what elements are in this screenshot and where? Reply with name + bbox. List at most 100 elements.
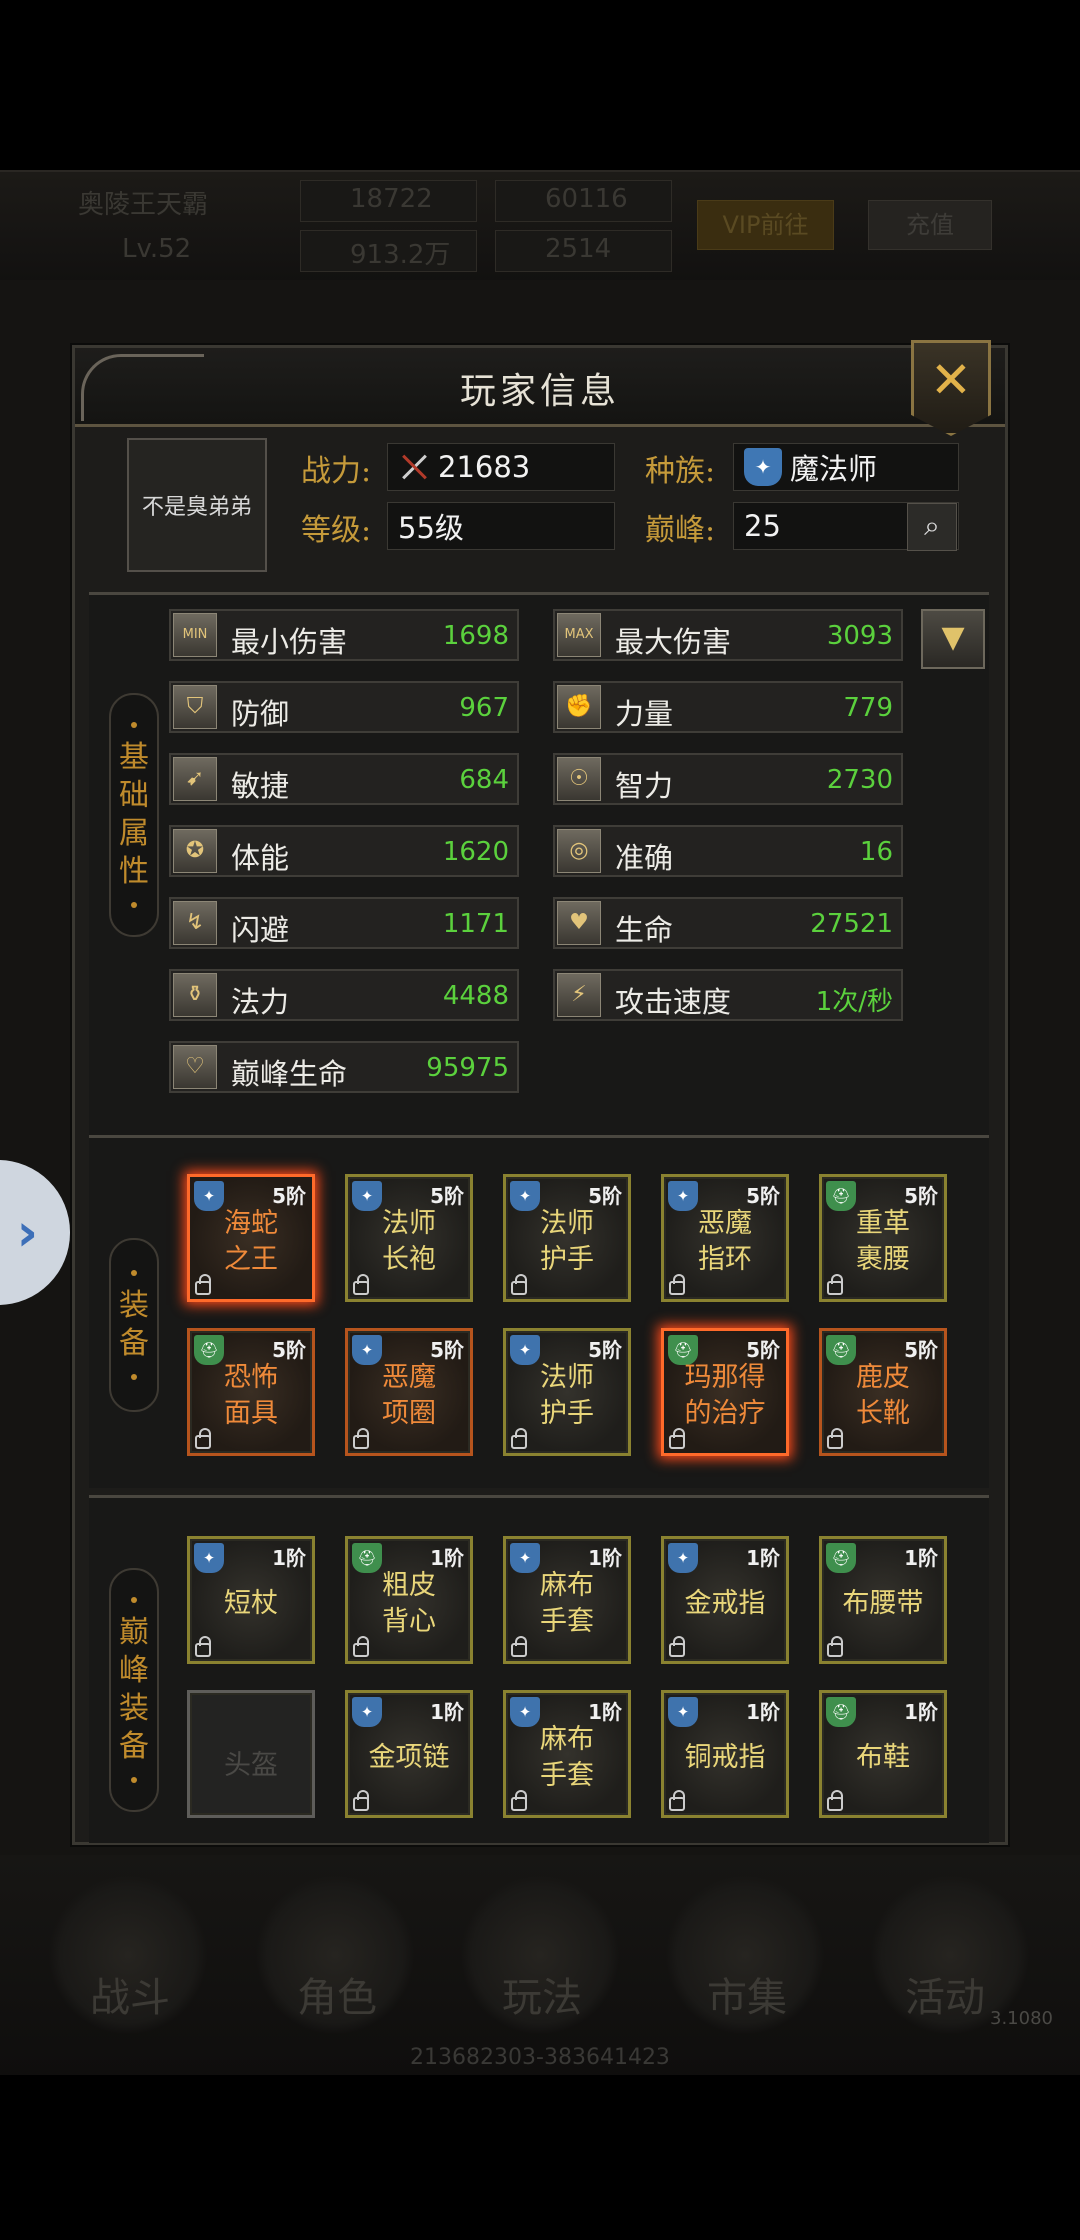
stat-value: 1171 — [442, 909, 509, 939]
equipment-slot[interactable]: ✦ 1阶 金戒指 — [661, 1536, 789, 1664]
item-name: 金戒指 — [684, 1588, 766, 1619]
tier-label: 1阶 — [904, 1700, 938, 1724]
equipment-slot[interactable]: ⛑ 5阶 鹿皮 长靴 — [819, 1328, 947, 1456]
stat-value: 3093 — [826, 621, 893, 651]
item-name: 布鞋 — [856, 1742, 910, 1773]
brain-icon: ☉ — [557, 757, 601, 801]
lock-icon — [511, 1274, 527, 1295]
stat-name: 智力 — [615, 769, 674, 803]
peak-equipment-section: 巅 峰 装 备 ✦ 1阶 短杖 ⛑ 1阶 粗皮 背心 ✦ 1阶 麻布 手套 ✦ 1阶 金戒指 ⛑ 1阶 布腰带头… — [89, 1495, 989, 1843]
equipment-slot[interactable]: ✦ 5阶 恶魔 项圈 — [345, 1328, 473, 1456]
item-name: 麻布 手套 — [540, 1724, 594, 1791]
stat-row: ◎ 准确 16 — [553, 825, 903, 877]
lock-icon — [669, 1790, 685, 1811]
item-name: 鹿皮 长靴 — [856, 1362, 910, 1429]
potion-icon: ⚱ — [173, 973, 217, 1017]
tier-label: 1阶 — [430, 1546, 464, 1570]
equipment-slot[interactable]: ⛑ 5阶 恐怖 面具 — [187, 1328, 315, 1456]
equipment-slot[interactable]: ✦ 1阶 麻布 手套 — [503, 1690, 631, 1818]
item-name: 重革 裹腰 — [856, 1208, 910, 1275]
expand-stats-button[interactable]: ▼ — [921, 609, 985, 669]
stat-name: 攻击速度 — [615, 985, 732, 1019]
boot-icon: ➹ — [173, 757, 217, 801]
bg-stat2: 60116 — [545, 184, 628, 214]
item-name: 麻布 手套 — [540, 1570, 594, 1637]
item-name: 布腰带 — [842, 1588, 924, 1619]
item-name: 铜戒指 — [684, 1742, 766, 1773]
equipment-slot[interactable]: ✦ 5阶 海蛇 之王 — [187, 1174, 315, 1302]
stat-value: 779 — [843, 693, 893, 723]
equipment-slot[interactable]: ✦ 5阶 恶魔 指环 — [661, 1174, 789, 1302]
tier-label: 1阶 — [746, 1700, 780, 1724]
stat-name: 闪避 — [231, 913, 290, 947]
lock-icon — [669, 1428, 685, 1449]
equipment-slot[interactable]: ✦ 5阶 法师 护手 — [503, 1328, 631, 1456]
stat-row: MAX 最大伤害 3093 — [553, 609, 903, 661]
lock-icon — [669, 1636, 685, 1657]
equipment-slot[interactable]: ⛑ 5阶 重革 裹腰 — [819, 1174, 947, 1302]
equipment-slot[interactable]: ⛑ 1阶 布鞋 — [819, 1690, 947, 1818]
equipment-slot[interactable]: ✦ 1阶 金项链 — [345, 1690, 473, 1818]
stat-value: 4488 — [442, 981, 509, 1011]
power-label: 战力: — [301, 454, 372, 489]
muscle-icon: ✪ — [173, 829, 217, 873]
equipment-slot[interactable]: ⛑ 1阶 粗皮 背心 — [345, 1536, 473, 1664]
stat-row: ♡ 巅峰生命 95975 — [169, 1041, 519, 1093]
fist-icon: ✊ — [557, 685, 601, 729]
lock-icon — [511, 1428, 527, 1449]
tier-label: 5阶 — [904, 1338, 938, 1362]
version-label: 3.1080 — [990, 2008, 1053, 2029]
stat-row: ☉ 智力 2730 — [553, 753, 903, 805]
stat-name: 准确 — [615, 841, 674, 875]
equipment-slot[interactable]: ⛑ 1阶 布腰带 — [819, 1536, 947, 1664]
stat-name: 体能 — [231, 841, 290, 875]
tier-label: 5阶 — [588, 1184, 622, 1208]
stat-value: 1620 — [442, 837, 509, 867]
stat-row: ↯ 闪避 1171 — [169, 897, 519, 949]
equipment-slot[interactable]: ✦ 1阶 短杖 — [187, 1536, 315, 1664]
stat-row: ⚱ 法力 4488 — [169, 969, 519, 1021]
triangle-down-icon: ▼ — [941, 620, 965, 655]
lock-icon — [195, 1428, 211, 1449]
nav-battle-label: 战斗 — [90, 1975, 170, 2021]
equipment-slot[interactable]: ✦ 5阶 法师 长袍 — [345, 1174, 473, 1302]
tier-label: 5阶 — [272, 1338, 306, 1362]
stat-value: 1次/秒 — [815, 987, 893, 1017]
bg-stat4: 2514 — [545, 234, 612, 264]
equipment-slot[interactable]: ✦ 1阶 铜戒指 — [661, 1690, 789, 1818]
lock-icon — [353, 1274, 369, 1295]
bg-player-name: 奥陵王天霸 — [78, 190, 209, 220]
stat-name: 力量 — [615, 697, 674, 731]
dialog-header: 玩家信息 — [75, 348, 1005, 427]
tier-label: 1阶 — [588, 1700, 622, 1724]
peak-search-button[interactable]: ⌕ — [907, 503, 957, 551]
stat-value: 967 — [459, 693, 509, 723]
equipment-slot[interactable]: ✦ 1阶 麻布 手套 — [503, 1536, 631, 1664]
stat-row: ⛉ 防御 967 — [169, 681, 519, 733]
item-name: 恶魔 指环 — [698, 1208, 752, 1275]
bg-vip-button: VIP前往 — [697, 200, 834, 250]
stat-value: 95975 — [426, 1053, 509, 1083]
stat-row: ✊ 力量 779 — [553, 681, 903, 733]
equipment-slot[interactable]: ⛑ 5阶 玛那得 的治疗 — [661, 1328, 789, 1456]
player-summary: 不是臭弟弟 战力: 21683 种族: ✦ 魔法师 等级: 55级 巅峰: 25… — [89, 438, 989, 572]
level-value-box: 55级 — [387, 502, 615, 550]
lock-icon — [827, 1274, 843, 1295]
stat-row: ✪ 体能 1620 — [169, 825, 519, 877]
power-value-box: 21683 — [387, 443, 615, 491]
peak-equipment-label: 巅 峰 装 备 — [109, 1568, 159, 1812]
item-name: 法师 护手 — [540, 1208, 594, 1275]
stat-name: 巅峰生命 — [231, 1057, 348, 1091]
stat-row: ♥ 生命 27521 — [553, 897, 903, 949]
item-name: 恶魔 项圈 — [382, 1362, 436, 1429]
tier-label: 1阶 — [746, 1546, 780, 1570]
MAX-icon: MAX — [557, 613, 601, 657]
level-value: 55级 — [398, 511, 464, 545]
level-label: 等级: — [301, 513, 372, 548]
equipment-slot[interactable]: ✦ 5阶 法师 护手 — [503, 1174, 631, 1302]
empty-equipment-slot[interactable]: 头盔 — [187, 1690, 315, 1818]
tier-label: 5阶 — [904, 1184, 938, 1208]
stat-name: 防御 — [231, 697, 290, 731]
stat-row: MIN 最小伤害 1698 — [169, 609, 519, 661]
equipment-section: 装 备 ✦ 5阶 海蛇 之王 ✦ 5阶 法师 长袍 ✦ 5阶 法师 护手 ✦ 5阶 恶魔 指环 ⛑ 5阶 重革 裹腰 ⛑… — [89, 1135, 989, 1488]
